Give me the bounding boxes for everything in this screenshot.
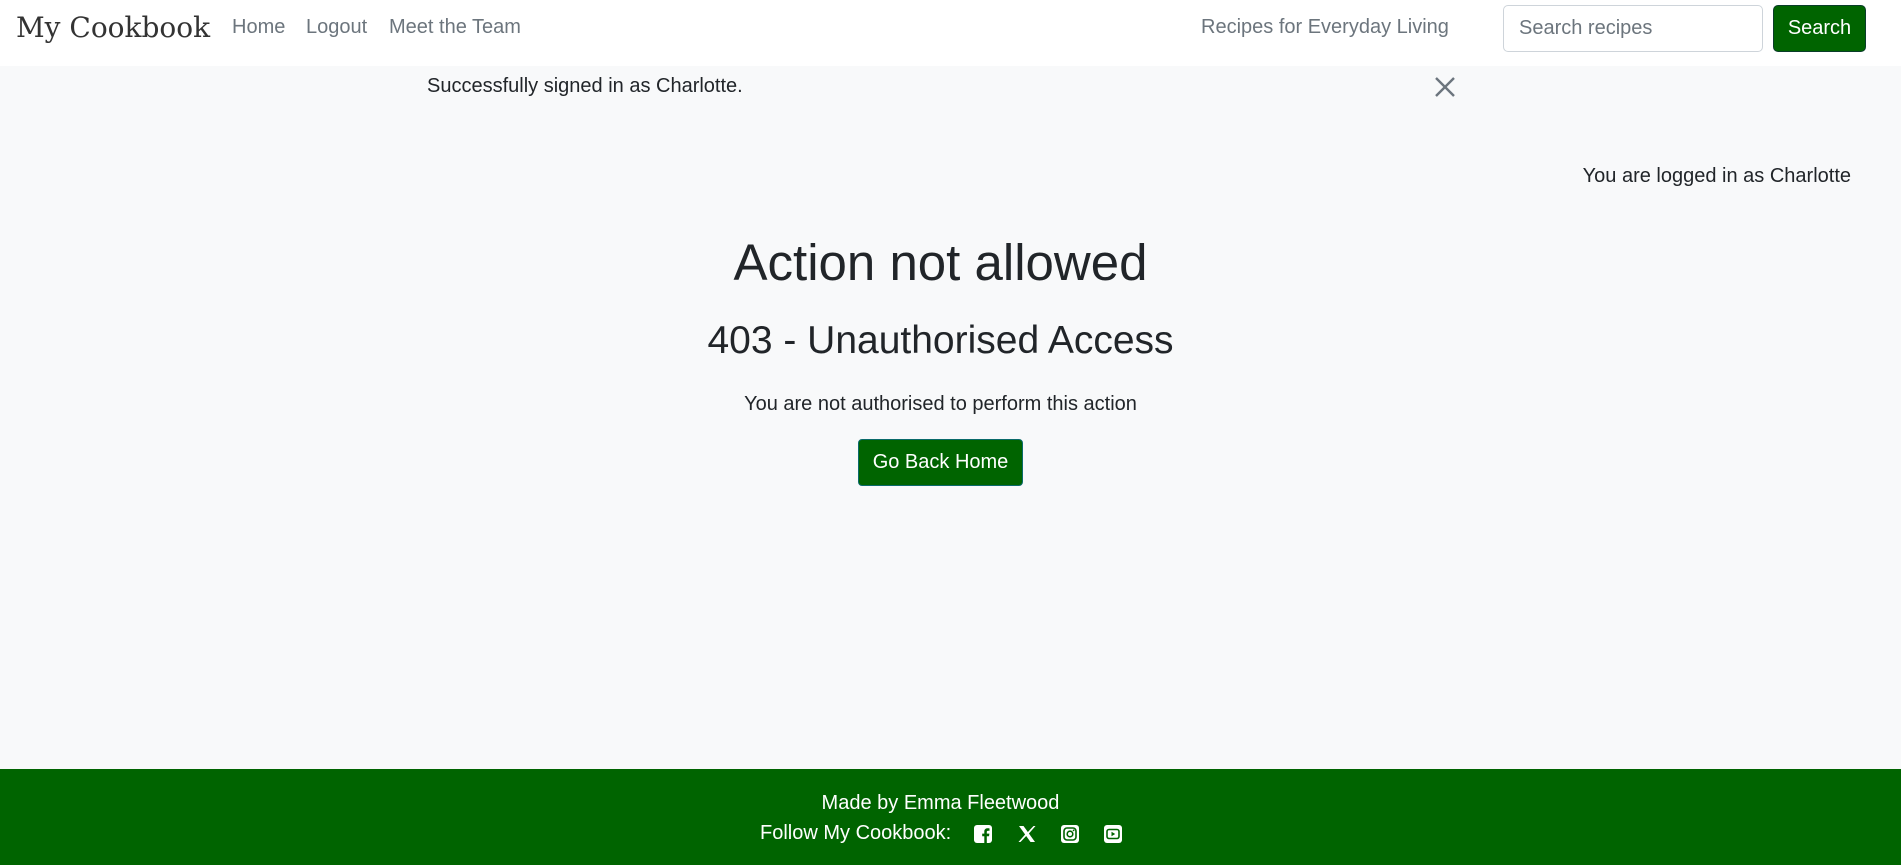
x-icon[interactable] bbox=[1016, 823, 1038, 845]
nav-team-link[interactable]: Meet the Team bbox=[389, 16, 521, 39]
youtube-icon[interactable] bbox=[1102, 823, 1124, 845]
search-button[interactable]: Search bbox=[1773, 5, 1866, 52]
top-navbar: My Cookbook Home Logout Meet the Team Re… bbox=[0, 0, 1901, 66]
nav-logout-link[interactable]: Logout bbox=[306, 16, 367, 39]
nav-home-link[interactable]: Home bbox=[232, 16, 285, 39]
footer: Made by Emma Fleetwood Follow My Cookboo… bbox=[0, 769, 1901, 865]
logged-in-status: You are logged in as Charlotte bbox=[1582, 165, 1851, 187]
error-content: Action not allowed 403 - Unauthorised Ac… bbox=[0, 225, 1881, 486]
error-code-heading: 403 - Unauthorised Access bbox=[707, 319, 1174, 362]
alert-text: Successfully signed in as Charlotte. bbox=[427, 75, 743, 97]
close-icon[interactable] bbox=[1430, 72, 1460, 102]
footer-follow-label: Follow My Cookbook: bbox=[760, 822, 952, 844]
instagram-icon[interactable] bbox=[1059, 823, 1081, 845]
error-message: You are not authorised to perform this a… bbox=[744, 393, 1137, 415]
page-title: Action not allowed bbox=[733, 234, 1148, 291]
search-input[interactable] bbox=[1503, 5, 1763, 52]
footer-credit: Made by Emma Fleetwood bbox=[821, 792, 1060, 814]
brand-logo[interactable]: My Cookbook bbox=[16, 11, 210, 44]
site-tagline: Recipes for Everyday Living bbox=[1201, 16, 1449, 38]
facebook-icon[interactable] bbox=[972, 823, 994, 845]
go-back-home-button[interactable]: Go Back Home bbox=[857, 439, 1024, 486]
